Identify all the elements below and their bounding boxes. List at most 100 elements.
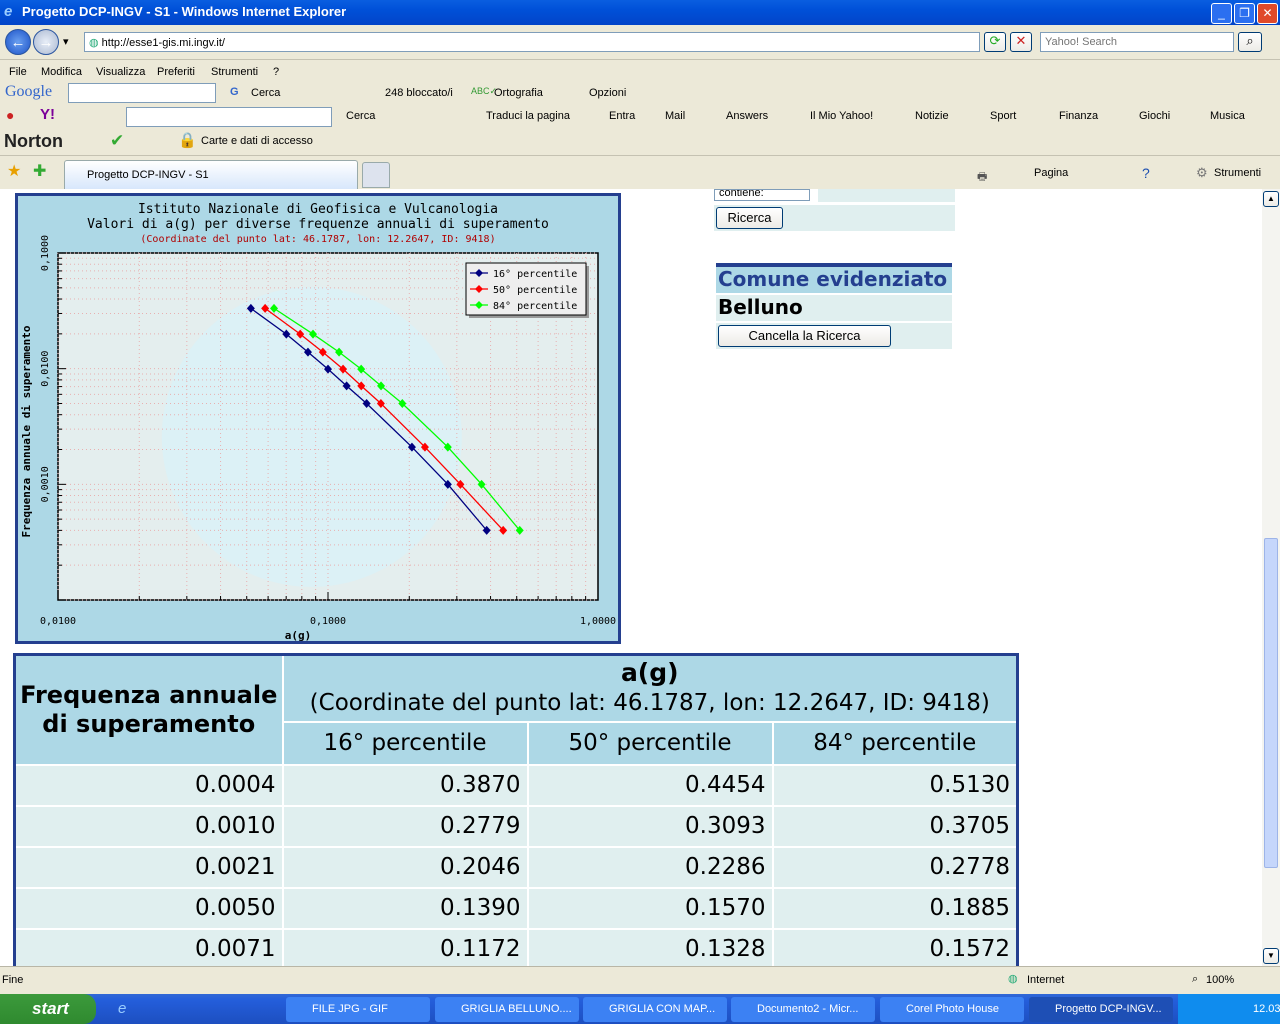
x-tick-label: 0,0100 (40, 616, 76, 627)
mail-button[interactable]: Mail (665, 110, 685, 122)
print-icon[interactable]: 🖶 (977, 168, 987, 187)
table-cell: 0.0021 (13, 845, 284, 889)
title-bar: e Progetto DCP-INGV - S1 - Windows Inter… (0, 0, 1280, 25)
table-cell: 0.0050 (13, 886, 284, 930)
cards-button[interactable]: Carte e dati di accesso (201, 135, 313, 147)
task-griglia-map[interactable]: GRIGLIA CON MAP... (583, 997, 727, 1022)
task-corel[interactable]: Corel Photo House (880, 997, 1024, 1022)
task-ie-active[interactable]: Progetto DCP-INGV... (1029, 997, 1173, 1022)
start-button[interactable]: start (0, 994, 96, 1024)
close-button[interactable]: ✕ (1257, 3, 1278, 24)
norton-check-icon[interactable]: ✔ (110, 131, 124, 151)
games-button[interactable]: Giochi (1139, 110, 1170, 122)
history-dropdown-icon[interactable]: ▾ (63, 35, 69, 48)
menu-preferiti[interactable]: Preferiti (157, 66, 195, 78)
yahoo-toolbar: ● Y! Cerca Traduci la pagina Entra Mail … (0, 106, 1280, 129)
x-tick-label: 1,0000 (580, 616, 616, 627)
highlighted-heading: Comune evidenziato (716, 267, 952, 293)
yahoo-search-button[interactable]: Cerca (346, 110, 375, 122)
zoom-icon: ⌕ (1192, 973, 1199, 985)
popup-blocked[interactable]: 248 bloccato/i (385, 87, 453, 99)
menu-help[interactable]: ? (273, 66, 279, 78)
yahoo-companion-icon[interactable]: ● (6, 107, 14, 123)
table-cell: 0.3093 (526, 804, 774, 848)
task-file-jpg[interactable]: FILE JPG - GIF (286, 997, 430, 1022)
translate-button[interactable]: Traduci la pagina (486, 110, 570, 122)
legend-label: 16° percentile (493, 269, 577, 280)
task-griglia-belluno[interactable]: GRIGLIA BELLUNO.... (435, 997, 579, 1022)
table-row: 0.0021 0.2046 0.2286 0.2778 (13, 845, 1019, 889)
ie-quicklaunch-icon[interactable]: e (118, 1000, 126, 1017)
menu-file[interactable]: File (9, 66, 27, 78)
table-header-row: Frequenza annuale di superamento a(g) (Co… (13, 653, 1019, 766)
answers-button[interactable]: Answers (726, 110, 768, 122)
table-row: 0.0050 0.1390 0.1570 0.1885 (13, 886, 1019, 930)
zoom-level[interactable]: 100% (1206, 974, 1234, 986)
google-search-input[interactable] (68, 83, 216, 103)
row-header: Frequenza annuale di superamento (13, 653, 284, 766)
tab-active[interactable]: Progetto DCP-INGV - S1 (64, 160, 358, 190)
sport-button[interactable]: Sport (990, 110, 1016, 122)
task-label: Corel Photo House (906, 1003, 999, 1015)
taskbar: start e FILE JPG - GIF GRIGLIA BELLUNO..… (0, 994, 1280, 1024)
my-yahoo-button[interactable]: Il Mio Yahoo! (810, 110, 873, 122)
task-label: Progetto DCP-INGV... (1055, 1003, 1162, 1015)
clear-search-button[interactable]: Cancella la Ricerca (718, 325, 891, 347)
new-tab-button[interactable] (362, 162, 390, 188)
contains-select[interactable]: contiene: (714, 189, 810, 201)
spellcheck-button[interactable]: Ortografia (494, 87, 543, 99)
forward-button[interactable]: → (33, 29, 59, 55)
start-label: start (32, 999, 69, 1018)
yahoo-logo[interactable]: Y! (40, 106, 55, 123)
options-button[interactable]: Opzioni (589, 87, 626, 99)
table-cell: 0.3705 (771, 804, 1019, 848)
zone-text: Internet (1027, 974, 1065, 986)
table-row: 0.0010 0.2779 0.3093 0.3705 (13, 804, 1019, 848)
menu-strumenti[interactable]: Strumenti (211, 66, 258, 78)
menu-modifica[interactable]: Modifica (41, 66, 82, 78)
refresh-button[interactable]: ⟳ (984, 32, 1006, 52)
tab-bar: ★ ✚ Progetto DCP-INGV - S1 🖶 Pagina ? ⚙ … (0, 155, 1280, 190)
norton-logo[interactable]: Norton (4, 131, 63, 152)
x-tick-label: 0,1000 (310, 616, 346, 627)
tools-menu[interactable]: Strumenti (1214, 167, 1261, 179)
maximize-button[interactable]: ❐ (1234, 3, 1255, 24)
music-button[interactable]: Musica (1210, 110, 1245, 122)
search-input[interactable] (1040, 32, 1234, 52)
scroll-up-button[interactable]: ▲ (1263, 191, 1279, 207)
search-button[interactable]: ⌕ (1238, 32, 1262, 52)
table-cell: 0.1172 (281, 927, 529, 966)
address-input[interactable]: ◍ http://esse1-gis.mi.ingv.it/ (84, 32, 980, 52)
globe-icon: ◍ (1008, 973, 1018, 985)
page-menu[interactable]: Pagina (1034, 167, 1068, 179)
google-icon: G (230, 86, 239, 98)
google-logo[interactable]: Google (5, 83, 52, 101)
minimize-button[interactable]: _ (1211, 3, 1232, 24)
scrollbar-thumb[interactable] (1264, 538, 1278, 868)
menu-visualizza[interactable]: Visualizza (96, 66, 145, 78)
scroll-down-button[interactable]: ▼ (1263, 948, 1279, 964)
task-label: GRIGLIA BELLUNO.... (461, 1003, 572, 1015)
table-cell: 0.1390 (281, 886, 529, 930)
finance-button[interactable]: Finanza (1059, 110, 1098, 122)
enter-button[interactable]: Entra (609, 110, 635, 122)
lock-icon: 🔒 (178, 132, 197, 149)
search-button[interactable]: Ricerca (716, 207, 783, 229)
news-button[interactable]: Notizie (915, 110, 949, 122)
legend-label: 50° percentile (493, 285, 577, 296)
help-icon[interactable]: ? (1142, 165, 1150, 181)
yahoo-search-input[interactable] (126, 107, 332, 127)
table-cell: 0.2046 (281, 845, 529, 889)
task-documento2[interactable]: Documento2 - Micr... (731, 997, 875, 1022)
y-tick-label: 0,1000 (40, 235, 51, 271)
select-value: contiene: (719, 189, 764, 199)
globe-icon: ◍ (89, 37, 102, 49)
stop-button[interactable]: ✕ (1010, 32, 1032, 52)
url-text: http://esse1-gis.mi.ingv.it/ (101, 37, 225, 49)
table-cell: 0.5130 (771, 763, 1019, 807)
y-tick-label: 0,0010 (40, 466, 51, 502)
favorites-star-icon[interactable]: ★ (7, 161, 21, 181)
add-favorite-icon[interactable]: ✚ (33, 161, 46, 181)
back-button[interactable]: ← (5, 29, 31, 55)
google-search-button[interactable]: Cerca (251, 87, 280, 99)
